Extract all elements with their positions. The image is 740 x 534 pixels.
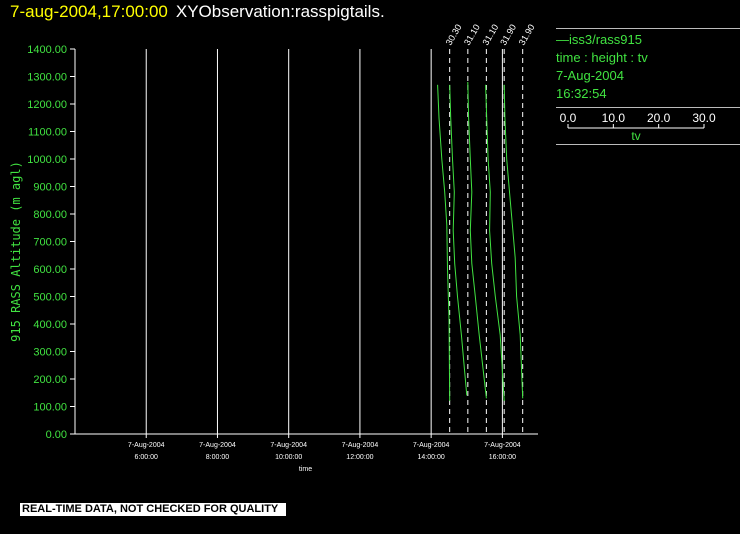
rass-profile-line: [467, 81, 487, 399]
profile-baseline-label: 31.90: [498, 22, 518, 47]
y-tick-label: 0.00: [46, 429, 67, 441]
x-tick-label-date: 7-Aug-2004: [342, 442, 379, 449]
y-tick-label: 1200.00: [27, 99, 67, 111]
rass-profile-line: [449, 84, 468, 396]
profile-baseline-label: 31.10: [462, 22, 482, 47]
x-tick-label-date: 7-Aug-2004: [270, 442, 307, 449]
legend: —iss3/rass915 time : height : tv 7-Aug-2…: [556, 28, 740, 145]
legend-date: 7-Aug-2004: [556, 68, 624, 83]
legend-series-entry: —iss3/rass915: [556, 31, 740, 49]
legend-series-swatch: —: [556, 32, 569, 47]
y-tick-label: 1000.00: [27, 154, 67, 166]
legend-scale-svg: 0.0 10.0 20.0 30.0 tv: [560, 111, 716, 143]
scale-tick-label: 30.0: [692, 111, 716, 125]
profile-baseline-label: 31.90: [517, 22, 537, 47]
x-tick-label-time: 6:00:00: [135, 454, 158, 461]
y-tick-label: 1100.00: [28, 127, 67, 139]
profile-baseline-label: 31.10: [480, 22, 500, 47]
y-tick-label: 1400.00: [27, 44, 67, 56]
y-tick-label: 700.00: [33, 237, 67, 249]
profile-baseline-label: 30.30: [444, 22, 464, 47]
y-axis-label: 915 RASS Altitude (m agl): [9, 161, 23, 342]
quality-disclaimer: REAL-TIME DATA, NOT CHECKED FOR QUALITY: [20, 503, 287, 516]
rass-profile-line: [437, 84, 451, 402]
legend-mid-rule: [556, 107, 740, 108]
y-tick-label: 1300.00: [27, 72, 67, 84]
scale-label: tv: [631, 129, 640, 143]
y-tick-label: 300.00: [33, 347, 67, 359]
scale-tick-label: 20.0: [647, 111, 671, 125]
legend-scale: 0.0 10.0 20.0 30.0 tv: [556, 110, 740, 150]
x-tick-label-date: 7-Aug-2004: [128, 442, 165, 449]
x-tick-label-time: 8:00:00: [206, 454, 229, 461]
y-tick-label: 600.00: [33, 264, 67, 276]
scale-tick-label: 0.0: [560, 111, 577, 125]
y-tick-label: 900.00: [33, 182, 67, 194]
rass-profile-line: [503, 84, 524, 399]
rass-profile-line: [485, 84, 505, 402]
x-axis-label: time: [299, 466, 312, 473]
legend-subtitle: time : height : tv: [556, 50, 648, 65]
y-tick-label: 500.00: [33, 292, 67, 304]
x-tick-label-date: 7-Aug-2004: [484, 442, 521, 449]
x-tick-label-time: 16:00:00: [489, 454, 516, 461]
y-tick-label: 100.00: [33, 402, 67, 414]
y-tick-label: 200.00: [33, 374, 67, 386]
legend-series-name: iss3/rass915: [569, 32, 642, 47]
y-tick-label: 400.00: [33, 319, 67, 331]
y-tick-label: 800.00: [33, 209, 67, 221]
x-tick-label-date: 7-Aug-2004: [199, 442, 236, 449]
legend-top-rule: [556, 28, 740, 29]
x-tick-label-time: 14:00:00: [418, 454, 445, 461]
scale-tick-label: 10.0: [602, 111, 626, 125]
x-tick-label-time: 10:00:00: [275, 454, 302, 461]
x-tick-label-date: 7-Aug-2004: [413, 442, 450, 449]
x-tick-label-time: 12:00:00: [346, 454, 373, 461]
legend-time: 16:32:54: [556, 86, 607, 101]
